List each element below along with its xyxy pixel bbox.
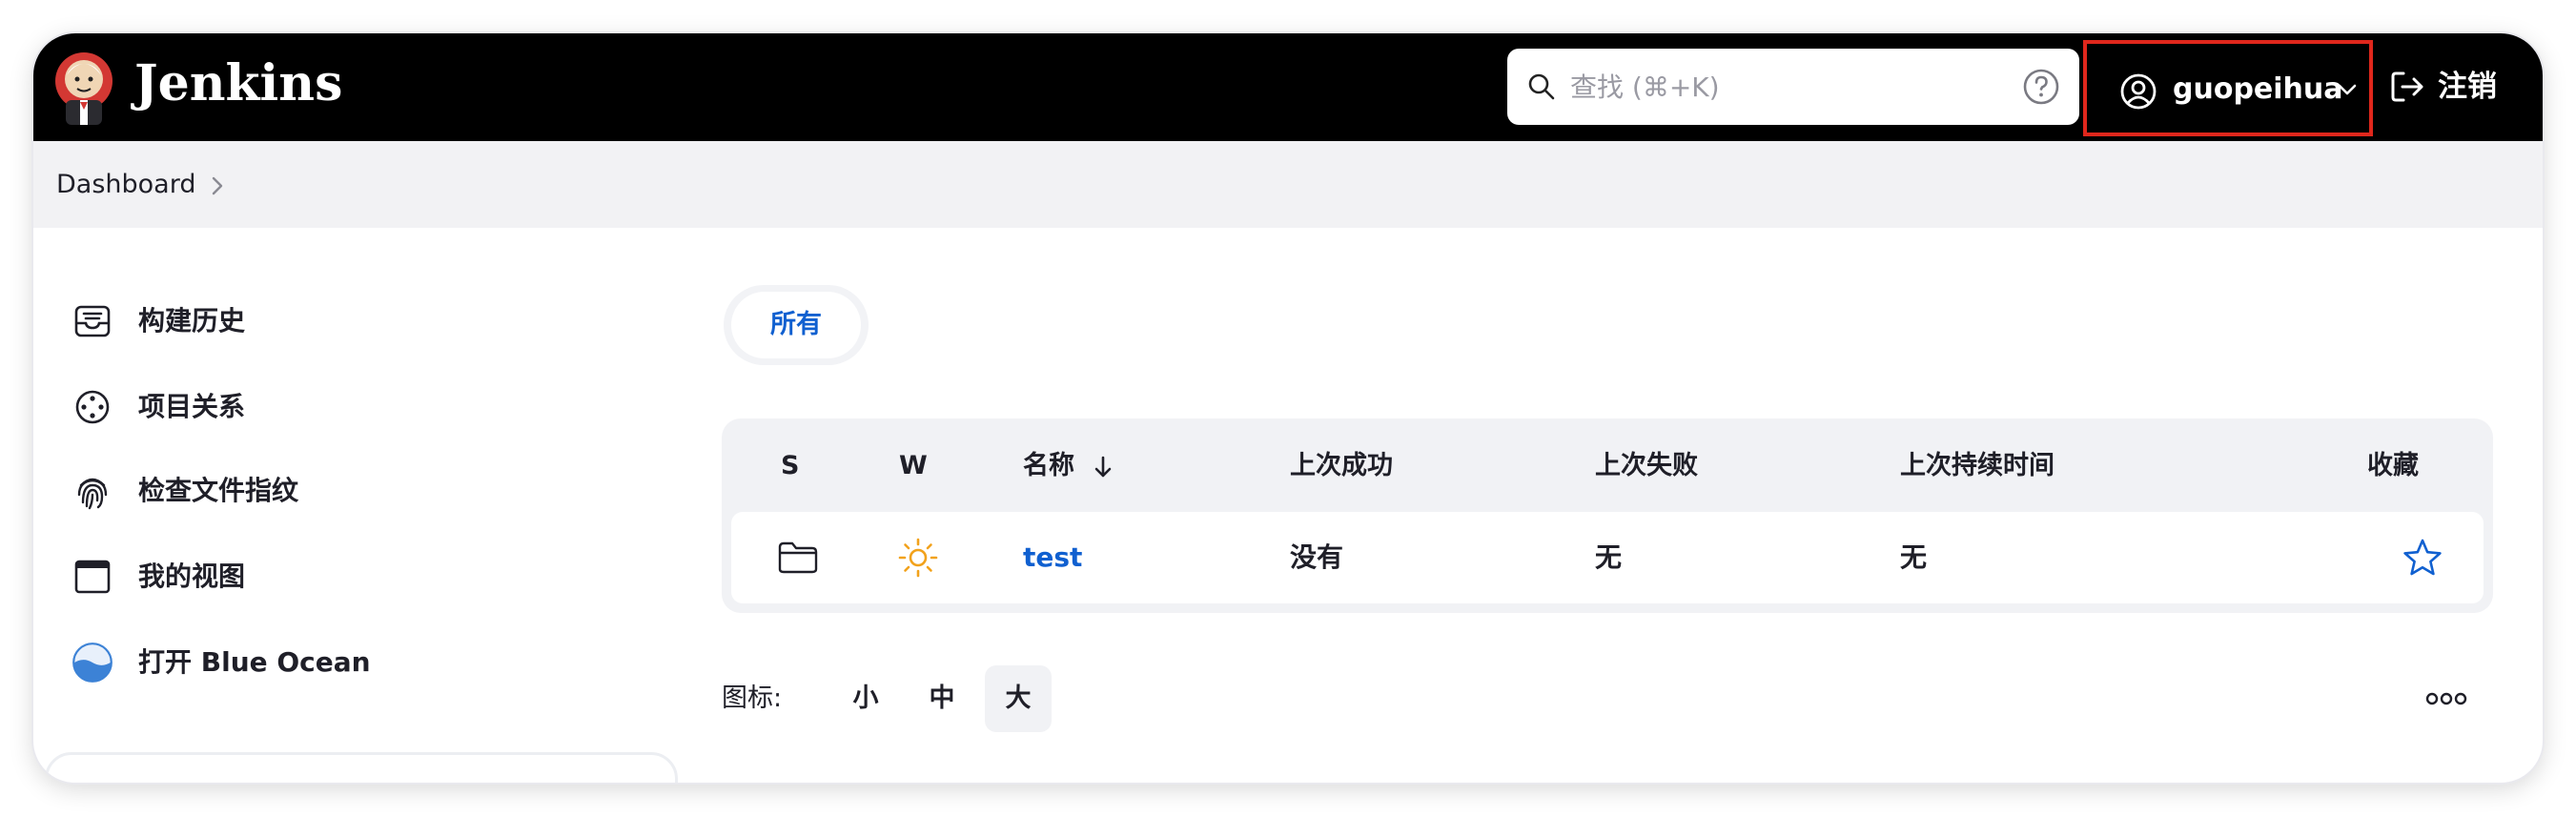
sidebar-item-label: 检查文件指纹 bbox=[138, 475, 299, 506]
search-box[interactable] bbox=[1507, 49, 2079, 125]
help-icon[interactable] bbox=[2022, 68, 2060, 106]
sidebar-item-label: 项目关系 bbox=[138, 391, 246, 422]
breadcrumb: Dashboard bbox=[33, 141, 2543, 228]
cell-last-success: 没有 bbox=[1290, 541, 1344, 573]
page-header: Jenkins guopeihua bbox=[33, 33, 2543, 141]
jobs-table: S W 名称 上次成功 上次失败 上次持续时间 收藏 test 没有 无 无 bbox=[722, 418, 2493, 613]
chevron-right-icon[interactable] bbox=[211, 175, 224, 196]
breadcrumb-dashboard[interactable]: Dashboard bbox=[56, 162, 195, 208]
brand-name[interactable]: Jenkins bbox=[134, 51, 342, 117]
icon-size-medium[interactable]: 中 bbox=[909, 665, 975, 732]
more-options-icon[interactable] bbox=[2424, 689, 2468, 708]
fingerprint-icon bbox=[77, 478, 108, 510]
sidebar-item-label: 打开 Blue Ocean bbox=[138, 646, 371, 678]
job-name-link[interactable]: test bbox=[1023, 535, 1082, 581]
blue-ocean-icon bbox=[72, 643, 112, 683]
cell-last-duration: 无 bbox=[1900, 541, 1928, 573]
sidebar-item-fingerprint[interactable]: 检查文件指纹 bbox=[73, 462, 645, 520]
column-header-name[interactable]: 名称 bbox=[1023, 445, 1074, 487]
icon-size-large[interactable]: 大 bbox=[985, 665, 1052, 732]
column-header-favorite[interactable]: 收藏 bbox=[2367, 445, 2419, 487]
star-outline-icon[interactable] bbox=[2402, 537, 2443, 579]
column-header-weather[interactable]: W bbox=[899, 445, 928, 487]
column-header-last-failure[interactable]: 上次失败 bbox=[1595, 445, 1698, 487]
table-row: test 没有 无 无 bbox=[731, 512, 2484, 603]
icon-size-small[interactable]: 小 bbox=[832, 665, 899, 732]
logout-label: 注销 bbox=[2438, 70, 2497, 104]
column-header-last-duration[interactable]: 上次持续时间 bbox=[1900, 445, 2055, 487]
sun-icon bbox=[898, 538, 938, 578]
my-views-icon bbox=[74, 560, 111, 594]
chevron-down-icon bbox=[2338, 84, 2357, 95]
user-menu-button[interactable]: guopeihua bbox=[2083, 40, 2373, 136]
sidebar-item-project-relationship[interactable]: 项目关系 bbox=[73, 378, 645, 436]
sidebar-panel bbox=[45, 752, 678, 783]
user-avatar-icon bbox=[2120, 73, 2157, 110]
column-header-status[interactable]: S bbox=[781, 445, 799, 487]
cell-last-failure: 无 bbox=[1595, 541, 1623, 573]
sort-down-arrow-icon[interactable] bbox=[1094, 455, 1113, 479]
jenkins-window: Jenkins guopeihua bbox=[33, 33, 2543, 783]
sidebar-item-my-views[interactable]: 我的视图 bbox=[73, 548, 645, 605]
folder-icon bbox=[778, 541, 818, 574]
build-history-icon bbox=[74, 305, 111, 337]
sidebar-item-blue-ocean[interactable]: 打开 Blue Ocean bbox=[72, 634, 645, 691]
jenkins-logo-icon[interactable] bbox=[54, 47, 113, 127]
search-icon bbox=[1528, 73, 1555, 100]
search-input[interactable] bbox=[1570, 58, 1990, 115]
icon-size-label: 图标: bbox=[722, 683, 783, 713]
username: guopeihua bbox=[2173, 72, 2343, 106]
sidebar-item-build-history[interactable]: 构建历史 bbox=[73, 293, 645, 350]
tab-all[interactable]: 所有 bbox=[731, 292, 861, 358]
logout-icon bbox=[2391, 71, 2423, 102]
sidebar-item-label: 构建历史 bbox=[138, 305, 246, 337]
view-tabs: 所有 bbox=[724, 285, 869, 365]
project-relationship-icon bbox=[75, 390, 110, 424]
sidebar-item-label: 我的视图 bbox=[138, 561, 246, 592]
column-header-last-success[interactable]: 上次成功 bbox=[1290, 445, 1393, 487]
